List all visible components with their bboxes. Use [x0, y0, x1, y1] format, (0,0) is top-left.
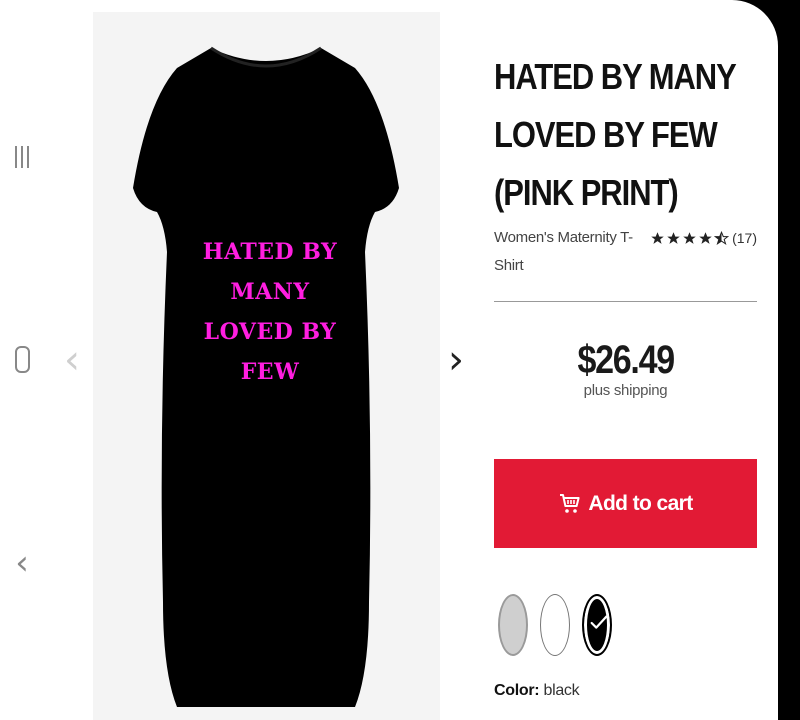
color-label: Color: — [494, 682, 540, 699]
recents-icon[interactable] — [8, 146, 36, 176]
app-screen: ‹ HATED BY MANY LOVED BY FEW ‹ › HATED B… — [0, 0, 778, 720]
star-half-icon — [714, 230, 730, 245]
chevron-left-icon[interactable]: ‹ — [64, 340, 80, 380]
print-line: LOVED BY — [203, 319, 337, 345]
review-count: (17) — [732, 230, 757, 246]
system-nav-bar: ‹ — [0, 0, 44, 720]
home-icon[interactable] — [8, 346, 36, 380]
print-line: FEW — [240, 359, 300, 385]
divider — [494, 301, 757, 302]
color-value: black — [543, 682, 580, 699]
shopping-cart-icon — [560, 493, 580, 513]
price: $26.49 — [577, 338, 675, 382]
product-title: HATED BY MANY LOVED BY FEW (PINK PRINT) — [494, 56, 736, 213]
print-line: MANY — [230, 279, 310, 305]
color-swatches — [498, 594, 624, 656]
shirt-print-text: HATED BY MANY LOVED BY FEW — [170, 232, 370, 392]
shipping-link[interactable]: plus shipping — [494, 382, 757, 399]
selected-color: Color: black — [494, 682, 580, 700]
price-block: $26.49 plus shipping — [494, 336, 757, 399]
rating[interactable]: (17) — [650, 224, 757, 252]
color-swatch-black[interactable] — [582, 594, 612, 656]
add-to-cart-label: Add to cart — [588, 491, 693, 515]
add-to-cart-button[interactable]: Add to cart — [494, 459, 757, 548]
chevron-right-icon[interactable]: › — [448, 340, 464, 380]
star-icon — [683, 231, 696, 244]
checkmark-icon — [590, 615, 608, 629]
star-icon — [651, 231, 664, 244]
color-swatch-grey[interactable] — [498, 594, 528, 656]
back-icon[interactable]: ‹ — [8, 546, 36, 582]
product-info: HATED BY MANY LOVED BY FEW (PINK PRINT) … — [494, 48, 757, 699]
print-line: HATED BY — [202, 239, 338, 265]
color-swatch-white[interactable] — [540, 594, 570, 656]
product-type[interactable]: Women's Maternity T-Shirt — [494, 224, 634, 280]
star-icon — [667, 231, 680, 244]
star-icon — [699, 231, 712, 244]
